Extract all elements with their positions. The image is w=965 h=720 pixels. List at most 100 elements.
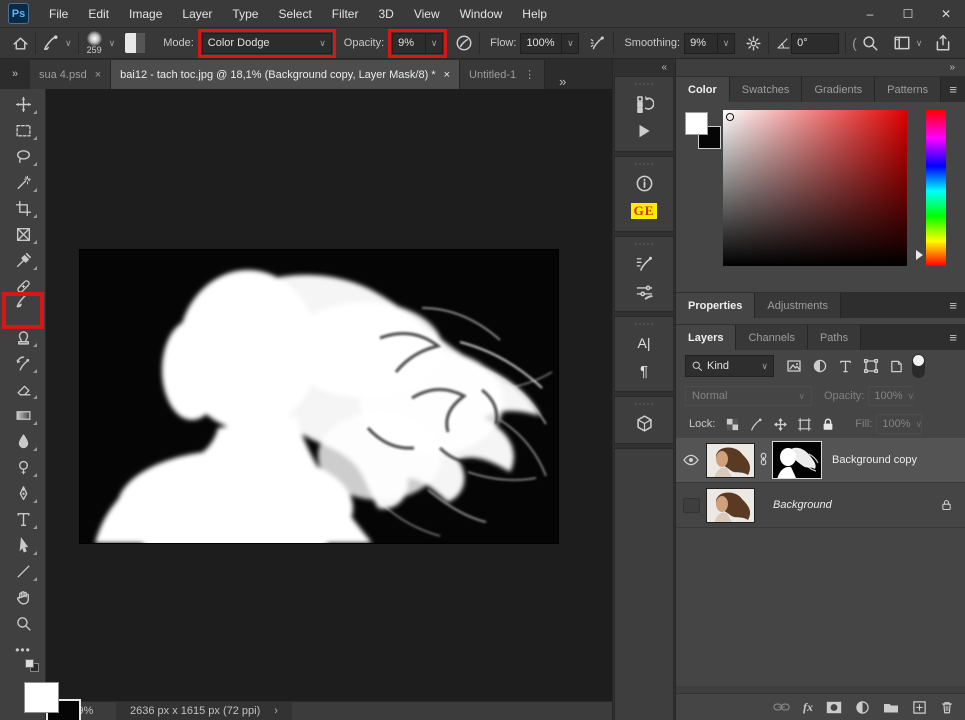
actions-panel-icon[interactable] (615, 117, 673, 145)
brushes-panel-icon[interactable] (615, 277, 673, 305)
crop-tool[interactable] (6, 196, 40, 221)
canvas-area[interactable]: 18,09% 2636 px x 1615 px (72 ppi) › (46, 89, 612, 720)
blur-tool[interactable] (6, 429, 40, 454)
hand-tool[interactable] (6, 585, 40, 610)
eraser-tool[interactable] (6, 377, 40, 402)
workspace-chevron-icon[interactable]: ∨ (916, 38, 923, 49)
delete-layer-icon[interactable] (940, 700, 954, 715)
filter-pixel-layers-icon[interactable] (786, 358, 802, 374)
add-layer-mask-icon[interactable] (826, 701, 842, 714)
layer-thumbnail[interactable] (706, 488, 755, 523)
group-grip[interactable] (615, 163, 673, 167)
tab-sua4[interactable]: sua 4.psd × (30, 60, 111, 89)
history-brush-tool[interactable] (6, 351, 40, 376)
saturation-brightness-picker[interactable] (723, 110, 907, 266)
zoom-tool[interactable] (6, 611, 40, 636)
path-select-tool[interactable] (6, 533, 40, 558)
brush-settings-panel-icon[interactable] (615, 249, 673, 277)
magic-wand-tool[interactable] (6, 170, 40, 195)
lock-pixels-icon[interactable] (749, 417, 764, 432)
character-panel-icon[interactable]: A| (615, 329, 673, 357)
minimize-button[interactable]: – (851, 0, 889, 28)
menu-layer[interactable]: Layer (172, 0, 222, 28)
new-layer-icon[interactable] (912, 700, 927, 715)
close-icon[interactable]: × (444, 69, 450, 81)
brush-size-preview[interactable]: 259 (87, 31, 102, 55)
panel-menu-icon[interactable]: ≡ (949, 298, 957, 313)
info-panel-icon[interactable] (615, 169, 673, 197)
pen-tool[interactable] (6, 481, 40, 506)
panel-menu-icon[interactable]: ≡ (949, 82, 957, 97)
close-button[interactable]: ✕ (927, 0, 965, 28)
layer-opacity-field[interactable]: 100% ∨ (868, 386, 914, 406)
filter-shape-layers-icon[interactable] (863, 358, 879, 374)
panels-collapse-button[interactable]: » (676, 59, 965, 76)
filter-type-layers-icon[interactable] (838, 359, 853, 374)
maximize-button[interactable]: ☐ (889, 0, 927, 28)
menu-view[interactable]: View (404, 0, 450, 28)
marquee-tool[interactable] (6, 118, 40, 143)
gradient-tool[interactable] (6, 403, 40, 428)
brush-settings-panel-toggle[interactable] (125, 33, 145, 53)
eyedropper-tool[interactable] (6, 248, 40, 273)
smoothing-gear-icon[interactable] (745, 35, 762, 52)
layer-visibility-toggle[interactable] (676, 498, 706, 513)
foreground-color-swatch[interactable] (24, 682, 59, 713)
new-group-icon[interactable] (883, 701, 899, 714)
lock-position-icon[interactable] (773, 417, 788, 432)
dodge-tool[interactable] (6, 455, 40, 480)
flow-dropdown-button[interactable]: ∨ (562, 33, 579, 54)
share-icon[interactable] (934, 34, 952, 52)
3d-panel-icon[interactable] (615, 409, 673, 437)
airbrush-icon[interactable] (589, 34, 607, 52)
hue-slider[interactable] (926, 110, 946, 266)
frame-tool[interactable] (6, 222, 40, 247)
layer-style-icon[interactable]: fx (803, 700, 813, 715)
filter-toggle-switch[interactable] (912, 354, 925, 378)
tab-adjustments[interactable]: Adjustments (755, 293, 841, 318)
foreground-color-well[interactable] (685, 112, 708, 135)
menu-filter[interactable]: Filter (322, 0, 369, 28)
tab-properties[interactable]: Properties (676, 293, 755, 318)
menu-window[interactable]: Window (450, 0, 513, 28)
home-icon[interactable] (12, 35, 29, 52)
blend-mode-dropdown[interactable]: Color Dodge ∨ (202, 33, 332, 54)
search-icon[interactable] (861, 34, 879, 52)
workspace-icon[interactable] (893, 34, 911, 52)
tab-gradients[interactable]: Gradients (802, 77, 875, 102)
layer-visibility-toggle[interactable] (676, 454, 706, 466)
line-shape-tool[interactable] (6, 559, 40, 584)
tab-bai12-active[interactable]: bai12 - tach toc.jpg @ 18,1% (Background… (111, 60, 460, 89)
flow-field[interactable]: 100% (520, 33, 562, 54)
group-grip[interactable] (615, 323, 673, 327)
hue-slider-pointer[interactable] (916, 250, 923, 260)
ge-extension-icon[interactable]: GE (615, 197, 673, 225)
close-icon[interactable]: × (95, 69, 101, 81)
lock-artboard-icon[interactable] (797, 417, 812, 432)
collapse-strip-button[interactable]: « (613, 59, 675, 76)
status-chevron-icon[interactable]: › (274, 705, 278, 717)
menu-select[interactable]: Select (268, 0, 321, 28)
type-tool[interactable] (6, 507, 40, 532)
filter-smart-objects-icon[interactable] (889, 359, 904, 374)
smoothing-dropdown-button[interactable]: ∨ (718, 33, 735, 54)
layer-blend-mode-dropdown[interactable]: Normal ∨ (685, 386, 812, 406)
pressure-opacity-icon[interactable] (455, 34, 473, 52)
angle-field[interactable]: 0° (791, 33, 839, 54)
tab-untitled1[interactable]: Untitled-1 ⋮ (460, 60, 545, 89)
default-colors-icon[interactable] (25, 659, 41, 673)
layer-row-background-copy[interactable]: Background copy (676, 438, 965, 483)
preset-chevron-icon[interactable]: ∨ (65, 38, 72, 49)
toolbar-expand-button[interactable]: » (0, 59, 30, 89)
menu-image[interactable]: Image (119, 0, 172, 28)
tab-channels[interactable]: Channels (736, 325, 807, 350)
opacity-field[interactable]: 9% (392, 33, 426, 54)
history-panel-icon[interactable] (615, 89, 673, 117)
fill-field[interactable]: 100% ∨ (876, 414, 922, 434)
filter-kind-dropdown[interactable]: Kind ∨ (685, 355, 774, 377)
tab-patterns[interactable]: Patterns (875, 77, 941, 102)
brush-tool-preset-icon[interactable] (42, 34, 60, 52)
link-layers-icon[interactable] (773, 701, 790, 713)
menu-3d[interactable]: 3D (368, 0, 403, 28)
move-tool[interactable] (6, 92, 40, 117)
